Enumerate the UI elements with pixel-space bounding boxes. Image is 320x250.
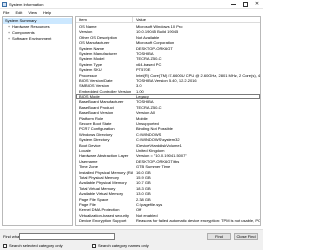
details-list[interactable]: Item Value OS Name Microsoft Windows 10 P…: [75, 16, 261, 226]
category-tree[interactable]: System Summary + Hardware Resources + Compon…: [2, 16, 73, 226]
menu-view[interactable]: View: [25, 9, 40, 16]
system-information-icon: [2, 2, 7, 7]
column-header-value[interactable]: Value: [133, 17, 259, 23]
search-names-label: Search category names only: [98, 243, 149, 248]
title-bar: System Information ✕: [0, 0, 263, 9]
close-find-button[interactable]: Close Find: [234, 233, 258, 240]
tree-item[interactable]: + Software Environment: [3, 36, 72, 42]
find-input[interactable]: [19, 233, 115, 240]
minimize-icon: [230, 3, 236, 5]
detail-row[interactable]: Device Encryption Support Reasons for fai…: [76, 218, 260, 223]
tree-item-label: Software Environment: [12, 36, 52, 41]
expand-icon[interactable]: +: [7, 36, 11, 42]
menu-file[interactable]: File: [0, 9, 12, 16]
window-title: System Information: [9, 2, 44, 7]
menu-help[interactable]: Help: [40, 9, 54, 16]
column-header-item[interactable]: Item: [76, 17, 133, 23]
menu-bar: File Edit View Help: [0, 9, 263, 16]
detail-item-name: Device Encryption Support: [79, 218, 127, 224]
details-header: Item Value: [76, 17, 260, 23]
search-selected-option[interactable]: Search selected category only: [3, 243, 63, 248]
search-names-checkbox[interactable]: [92, 243, 96, 248]
details-rows: OS Name Microsoft Windows 10 Pro Version 10…: [76, 24, 260, 223]
close-button[interactable]: ✕: [251, 0, 263, 8]
minimize-button[interactable]: [227, 0, 239, 8]
maximize-button[interactable]: [239, 0, 251, 8]
menu-edit[interactable]: Edit: [12, 9, 25, 16]
find-bar: Find what: Find Close Find Search select…: [0, 229, 263, 250]
detail-item-value: Reasons for failed automatic device encr…: [136, 218, 260, 224]
find-button[interactable]: Find: [207, 233, 231, 240]
search-selected-checkbox[interactable]: [3, 243, 7, 248]
search-names-option[interactable]: Search category names only: [92, 243, 149, 248]
close-icon: ✕: [254, 1, 260, 7]
maximize-icon: [242, 1, 248, 7]
search-selected-label: Search selected category only: [9, 243, 63, 248]
